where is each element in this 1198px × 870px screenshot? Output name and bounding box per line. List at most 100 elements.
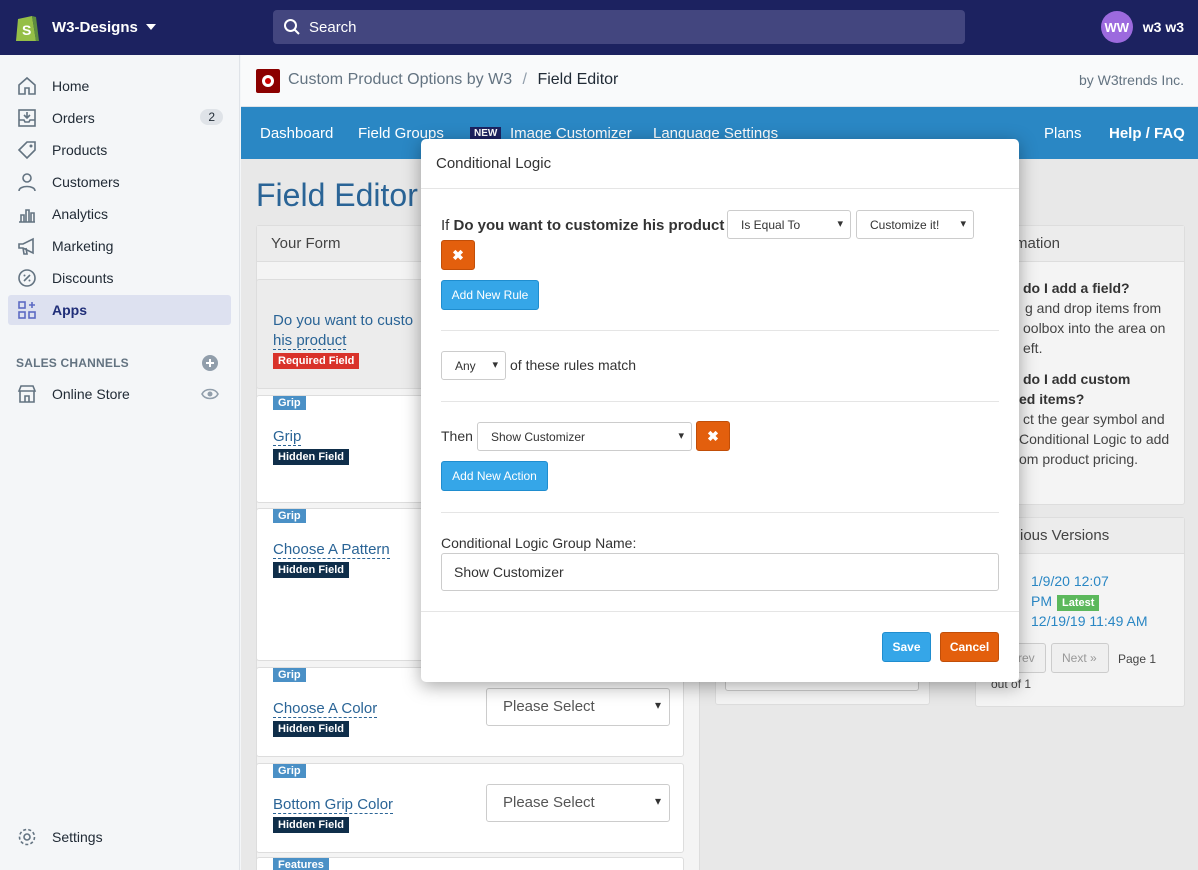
then-label: Then xyxy=(441,428,473,444)
info-answer: eft. xyxy=(1023,340,1043,356)
remove-action-button[interactable]: ✖ xyxy=(696,421,730,451)
shopify-logo-icon: S xyxy=(16,16,39,41)
page-title: Field Editor xyxy=(256,177,418,213)
action-select[interactable]: Show Customizer xyxy=(477,422,692,451)
eye-icon[interactable] xyxy=(201,386,219,402)
sidebar-item-label: Products xyxy=(52,142,108,158)
search-bar[interactable]: Search xyxy=(273,10,965,44)
conditional-logic-modal: Conditional Logic If Do you want to cust… xyxy=(421,139,1019,682)
hidden-field-tag: Hidden Field xyxy=(273,449,349,465)
store-name: W3-Designs xyxy=(52,18,138,36)
sidebar-item-settings[interactable]: Settings xyxy=(8,822,231,852)
modal-title: Conditional Logic xyxy=(421,139,1019,189)
grip-color-select[interactable]: Please Select xyxy=(486,784,670,822)
discount-icon xyxy=(18,269,36,287)
info-answer: ct the gear symbol and xyxy=(1023,411,1165,427)
close-icon: ✖ xyxy=(707,427,719,444)
info-question: do I add a field? xyxy=(1023,280,1130,296)
sidebar-item-label: Settings xyxy=(52,829,103,845)
nav-help[interactable]: Help / FAQ xyxy=(1109,125,1185,142)
avatar: WW xyxy=(1100,11,1133,43)
required-field-tag: Required Field xyxy=(273,353,360,369)
match-mode-select[interactable]: Any xyxy=(441,351,506,380)
grip-tag: Grip xyxy=(273,509,306,523)
field-label-cont: his product xyxy=(273,332,347,350)
value-select[interactable]: Customize it! xyxy=(856,210,974,239)
svg-text:S: S xyxy=(22,22,31,38)
latest-badge: Latest xyxy=(1057,595,1100,611)
next-button[interactable]: Next » xyxy=(1051,643,1109,673)
color-select[interactable]: Please Select xyxy=(486,688,670,726)
page-indicator: Page 1 xyxy=(1118,652,1157,666)
add-channel-icon[interactable] xyxy=(201,354,219,372)
breadcrumb-app-link[interactable]: Custom Product Options by W3 xyxy=(288,71,512,88)
cancel-button[interactable]: Cancel xyxy=(940,632,999,662)
rule-field-name: Do you want to customize his product xyxy=(453,217,725,234)
orders-count-badge: 2 xyxy=(200,109,223,125)
remove-rule-button[interactable]: ✖ xyxy=(441,240,475,270)
add-new-action-button[interactable]: Add New Action xyxy=(441,461,548,491)
rule-prefix: If xyxy=(441,217,450,234)
rule-condition-text: If Do you want to customize his product … xyxy=(441,217,756,234)
search-icon xyxy=(284,19,300,35)
version-link[interactable]: 1/9/20 12:07 xyxy=(1031,571,1109,591)
info-question: ed items? xyxy=(1019,391,1085,407)
version-link[interactable]: PM xyxy=(1031,591,1052,611)
sidebar-item-label: Apps xyxy=(52,302,87,318)
info-answer: g and drop items from xyxy=(1025,300,1162,316)
version-link[interactable]: 12/19/19 11:49 AM xyxy=(1031,611,1148,631)
hidden-field-tag: Hidden Field xyxy=(273,562,349,578)
group-name-input[interactable]: Show Customizer xyxy=(441,553,999,591)
grip-tag: Grip xyxy=(273,764,306,778)
info-answer: Conditional Logic to add xyxy=(1019,431,1170,447)
sidebar: Home Orders 2 Products Customers Analyti… xyxy=(0,55,240,870)
sidebar-item-home[interactable]: Home xyxy=(8,71,231,101)
sidebar-item-label: Orders xyxy=(52,110,95,126)
sidebar-item-online-store[interactable]: Online Store xyxy=(8,379,231,409)
sidebar-item-label: Customers xyxy=(52,174,120,190)
top-bar: S W3-Designs Search WW w3 w3 xyxy=(0,0,1198,55)
grip-tag: Grip xyxy=(273,396,306,410)
app-logo xyxy=(256,69,280,93)
chart-icon xyxy=(19,209,35,223)
divider xyxy=(441,330,999,331)
close-icon: ✖ xyxy=(452,246,464,263)
breadcrumb-current: Field Editor xyxy=(537,71,619,88)
field-label: Grip xyxy=(273,428,302,446)
store-switcher[interactable]: S W3-Designs xyxy=(14,11,156,43)
sidebar-item-orders[interactable]: Orders 2 xyxy=(8,103,231,133)
search-placeholder: Search xyxy=(309,18,357,36)
app-header: Custom Product Options by W3 / Field Edi… xyxy=(241,55,1198,107)
sidebar-item-customers[interactable]: Customers xyxy=(8,167,231,197)
modal-footer-divider xyxy=(421,611,1019,612)
store-icon xyxy=(17,385,37,403)
sidebar-item-marketing[interactable]: Marketing xyxy=(8,231,231,261)
orders-icon xyxy=(18,109,36,127)
sidebar-item-products[interactable]: Products xyxy=(8,135,231,165)
sidebar-item-label: Home xyxy=(52,78,90,94)
add-new-rule-button[interactable]: Add New Rule xyxy=(441,280,539,310)
sidebar-item-discounts[interactable]: Discounts xyxy=(8,263,231,293)
sidebar-item-analytics[interactable]: Analytics xyxy=(8,199,231,229)
save-button[interactable]: Save xyxy=(882,632,931,662)
form-field[interactable]: Features xyxy=(256,857,684,870)
divider xyxy=(441,401,999,402)
field-label: Choose A Color xyxy=(273,700,378,718)
sidebar-item-apps[interactable]: Apps xyxy=(8,295,231,325)
form-field[interactable]: Grip Bottom Grip Color Hidden Field Plea… xyxy=(256,763,684,853)
user-name: w3 w3 xyxy=(1142,19,1184,35)
user-menu[interactable]: WW w3 w3 xyxy=(1100,11,1184,43)
divider xyxy=(441,512,999,513)
info-answer: oolbox into the area on xyxy=(1023,320,1166,336)
gear-icon xyxy=(18,828,36,846)
operator-select[interactable]: Is Equal To xyxy=(727,210,851,239)
nav-plans[interactable]: Plans xyxy=(1044,125,1082,142)
nav-dashboard[interactable]: Dashboard xyxy=(260,125,333,142)
sidebar-item-label: Online Store xyxy=(52,386,130,402)
developer-credit: by W3trends Inc. xyxy=(1078,72,1184,88)
group-name-label: Conditional Logic Group Name: xyxy=(441,535,637,551)
match-text: of these rules match xyxy=(510,357,637,373)
sales-channels-heading: SALES CHANNELS xyxy=(16,356,129,370)
sidebar-item-label: Discounts xyxy=(52,270,114,286)
field-label: Bottom Grip Color xyxy=(273,796,394,814)
